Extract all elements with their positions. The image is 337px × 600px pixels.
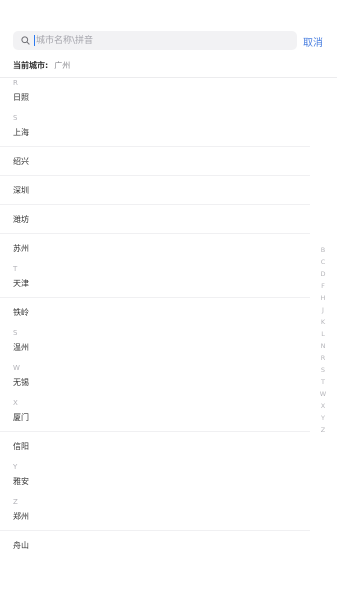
city-row[interactable]: 信阳 (0, 432, 310, 461)
index-letter[interactable]: Z (321, 424, 325, 436)
city-name: 潍坊 (13, 214, 29, 224)
search-icon (17, 33, 33, 49)
search-input[interactable] (35, 31, 275, 50)
city-name: 温州 (13, 343, 29, 352)
index-letter[interactable]: H (321, 292, 326, 304)
index-letter[interactable]: L (321, 328, 325, 340)
index-letter[interactable]: N (321, 340, 326, 352)
header-divider (0, 77, 337, 78)
city-name: 厦门 (13, 412, 29, 422)
index-letter[interactable]: F (321, 280, 325, 292)
city-row[interactable]: 绍兴 (0, 147, 310, 176)
city-row[interactable]: 郑州 (0, 502, 310, 531)
city-row[interactable]: 深圳 (0, 176, 310, 205)
index-letter[interactable]: J (322, 304, 324, 316)
index-letter[interactable]: T (321, 376, 325, 388)
city-name: 绍兴 (13, 156, 29, 166)
city-name: 舟山 (13, 541, 29, 550)
index-letter[interactable]: B (321, 244, 325, 256)
city-row[interactable]: 潍坊 (0, 205, 310, 234)
city-row[interactable]: 厦门 (0, 403, 310, 432)
search-header: 取消 (0, 0, 337, 54)
city-row[interactable]: 上海 (0, 118, 310, 147)
current-city-value[interactable]: 广州 (54, 60, 70, 71)
current-city: 当前城市: 广州 (13, 59, 70, 72)
city-row[interactable]: 雅安 (0, 467, 310, 496)
city-row[interactable]: 天津 (0, 269, 310, 298)
current-city-label: 当前城市: (13, 61, 49, 70)
index-letter[interactable]: R (321, 352, 326, 364)
search-box[interactable] (13, 31, 297, 50)
city-name: 上海 (13, 127, 29, 137)
city-row[interactable]: 苏州 (0, 234, 310, 263)
city-name: 郑州 (13, 511, 29, 521)
cancel-button[interactable]: 取消 (303, 34, 323, 49)
city-name: 无锡 (13, 378, 29, 387)
index-letter[interactable]: K (321, 316, 325, 328)
city-picker-page: 取消 当前城市: 广州 R日照S上海绍兴深圳潍坊苏州T天津铁岭S温州W无锡X厦门… (0, 0, 337, 600)
index-letter[interactable]: W (320, 388, 326, 400)
index-letter[interactable]: Y (321, 412, 325, 424)
city-name: 日照 (13, 93, 29, 102)
city-name: 信阳 (13, 442, 29, 451)
index-letter[interactable]: S (321, 364, 325, 376)
alphabet-index-bar[interactable]: BCDFHJKLNRSTWXYZ (316, 244, 330, 436)
city-row[interactable]: 舟山 (0, 531, 310, 560)
city-name: 天津 (13, 278, 29, 288)
city-row[interactable]: 日照 (0, 83, 310, 112)
city-row[interactable]: 铁岭 (0, 298, 310, 327)
city-name: 铁岭 (13, 308, 29, 317)
city-name: 雅安 (13, 477, 29, 486)
city-name: 苏州 (13, 244, 29, 253)
index-letter[interactable]: C (321, 256, 326, 268)
index-letter[interactable]: D (320, 268, 325, 280)
city-row[interactable]: 温州 (0, 333, 310, 362)
index-letter[interactable]: X (321, 400, 325, 412)
city-name: 深圳 (13, 185, 29, 195)
city-row[interactable]: 无锡 (0, 368, 310, 397)
